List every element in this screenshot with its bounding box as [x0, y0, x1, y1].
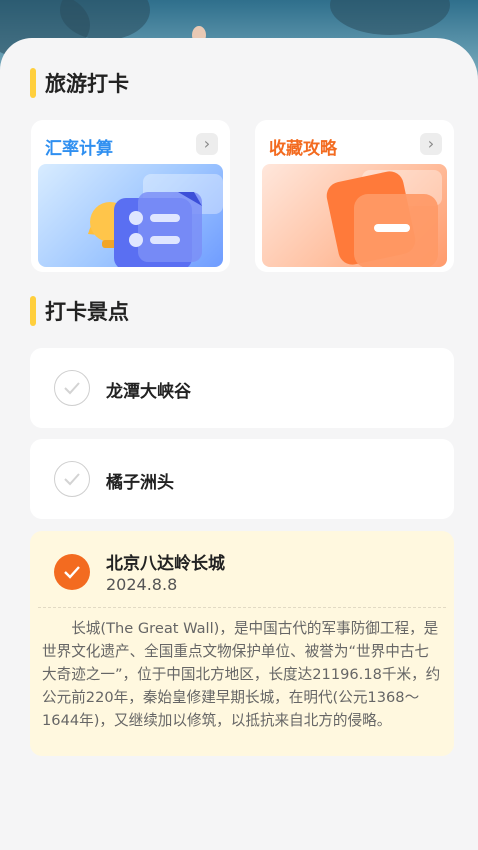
check-filled-icon[interactable] — [54, 554, 90, 590]
section-accent-bar — [30, 296, 36, 326]
spot-item-juzizhoutou[interactable]: 橘子洲头 — [30, 439, 454, 519]
check-circle-icon[interactable] — [54, 370, 90, 406]
saved-guides-card[interactable]: 收藏攻略 › — [255, 120, 454, 272]
section-accent-bar — [30, 68, 36, 98]
content-sheet: 旅游打卡 汇率计算 › 收藏攻略 › 打卡景点 龙潭大峡谷 橘子洲头 北京八达岭… — [0, 38, 478, 850]
checkin-date: 2024.8.8 — [106, 575, 178, 594]
exchange-rate-label: 汇率计算 — [45, 139, 113, 159]
chevron-right-icon[interactable]: › — [196, 133, 218, 155]
spot-item-badaling[interactable]: 北京八达岭长城 2024.8.8 长城(The Great Wall)，是中国古… — [30, 531, 454, 756]
spot-item-longtan[interactable]: 龙潭大峡谷 — [30, 348, 454, 428]
chevron-right-icon[interactable]: › — [420, 133, 442, 155]
section-title: 打卡景点 — [45, 300, 129, 324]
section-title: 旅游打卡 — [45, 72, 129, 96]
spot-name: 北京八达岭长城 — [106, 554, 225, 574]
exchange-rate-card[interactable]: 汇率计算 › — [31, 120, 230, 272]
section-header-travel-checkin: 旅游打卡 — [30, 68, 129, 98]
dashed-divider — [38, 607, 446, 608]
spot-name: 橘子洲头 — [106, 473, 174, 493]
spot-name: 龙潭大峡谷 — [106, 382, 191, 402]
spot-description: 长城(The Great Wall)，是中国古代的军事防御工程，是世界文化遗产、… — [42, 620, 441, 729]
calculator-bell-illustration — [38, 164, 223, 267]
check-circle-icon[interactable] — [54, 461, 90, 497]
bookmark-cards-illustration — [262, 164, 447, 267]
section-header-spots: 打卡景点 — [30, 296, 129, 326]
saved-guides-label: 收藏攻略 — [269, 139, 337, 159]
